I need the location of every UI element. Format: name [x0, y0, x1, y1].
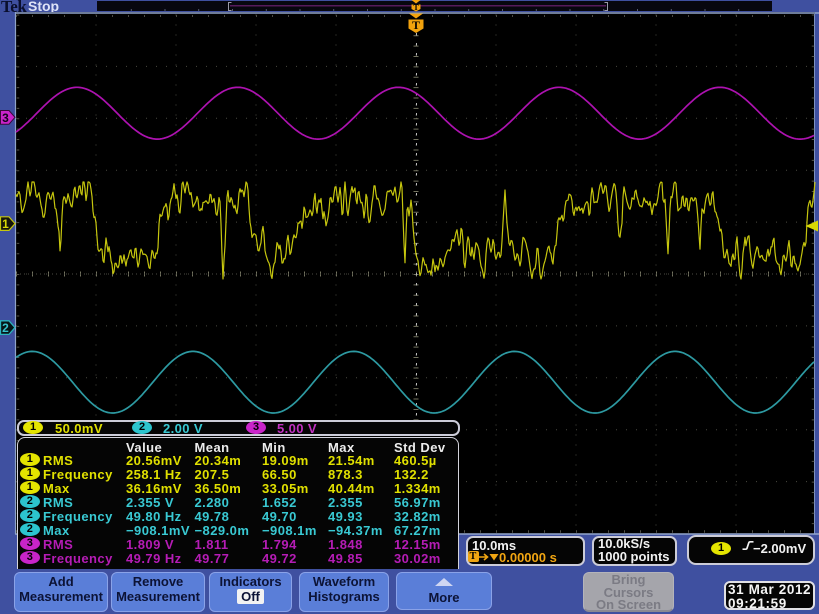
svg-text:T: T: [412, 18, 420, 32]
svg-text:2: 2: [2, 321, 9, 335]
svg-text:1: 1: [2, 217, 9, 231]
svg-text:3: 3: [2, 111, 9, 125]
